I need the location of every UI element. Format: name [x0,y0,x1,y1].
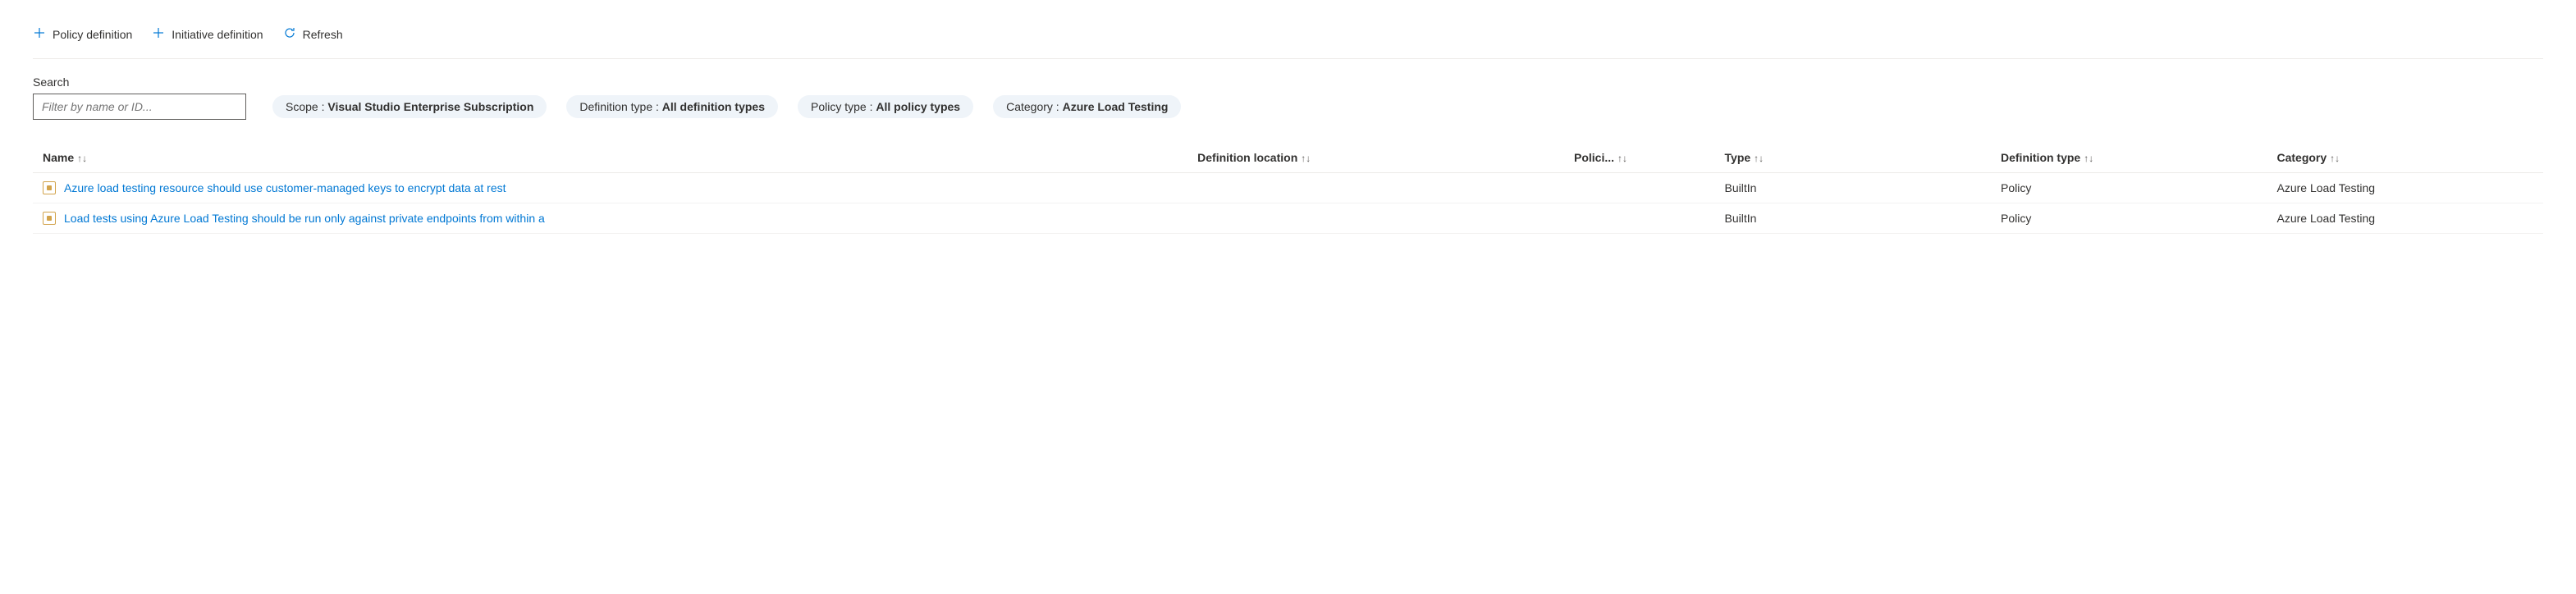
definition-location-cell [1187,173,1564,203]
sort-icon: ↑↓ [2330,153,2340,164]
definition-type-cell: Policy [1991,173,2267,203]
table-row: Azure load testing resource should use c… [33,173,2543,203]
search-section: Search Scope : Visual Studio Enterprise … [33,75,2543,120]
filter-pill-label: Category : [1006,100,1062,113]
filter-pill-group: Scope : Visual Studio Enterprise Subscri… [272,95,1181,118]
filter-pill-value: All definition types [662,100,765,113]
filter-pill-value: Visual Studio Enterprise Subscription [327,100,533,113]
definition-type-cell: Policy [1991,203,2267,234]
filter-pill-scope[interactable]: Scope : Visual Studio Enterprise Subscri… [272,95,547,118]
plus-icon [152,26,165,42]
table-row: Load tests using Azure Load Testing shou… [33,203,2543,234]
policies-cell [1564,203,1715,234]
type-cell: BuiltIn [1715,203,1991,234]
table-header-row: Name↑↓ Definition location↑↓ Polici...↑↓… [33,143,2543,173]
sort-icon: ↑↓ [77,153,87,164]
refresh-button[interactable]: Refresh [283,23,343,45]
column-header-location[interactable]: Definition location↑↓ [1187,143,1564,173]
refresh-icon [283,26,296,42]
policy-name-link[interactable]: Load tests using Azure Load Testing shou… [64,212,545,225]
initiative-definition-button[interactable]: Initiative definition [152,23,263,45]
plus-icon [33,26,46,42]
type-cell: BuiltIn [1715,173,1991,203]
policy-name-link[interactable]: Azure load testing resource should use c… [64,181,506,194]
category-cell: Azure Load Testing [2267,203,2543,234]
initiative-definition-label: Initiative definition [172,28,263,41]
sort-icon: ↑↓ [1754,153,1764,164]
command-bar: Policy definition Initiative definition … [33,16,2543,59]
definitions-table: Name↑↓ Definition location↑↓ Polici...↑↓… [33,143,2543,234]
sort-icon: ↑↓ [1617,153,1627,164]
policy-definition-label: Policy definition [53,28,132,41]
policy-definition-button[interactable]: Policy definition [33,23,132,45]
sort-icon: ↑↓ [1301,153,1311,164]
policy-icon [43,212,56,225]
filter-pill-policy-type[interactable]: Policy type : All policy types [798,95,973,118]
column-header-name[interactable]: Name↑↓ [33,143,1187,173]
column-header-category[interactable]: Category↑↓ [2267,143,2543,173]
definition-location-cell [1187,203,1564,234]
filter-pill-label: Policy type : [811,100,876,113]
filter-pill-value: Azure Load Testing [1063,100,1169,113]
filter-pill-definition-type[interactable]: Definition type : All definition types [566,95,778,118]
policies-cell [1564,173,1715,203]
category-cell: Azure Load Testing [2267,173,2543,203]
filter-pill-value: All policy types [876,100,960,113]
filter-pill-label: Definition type : [579,100,661,113]
column-header-type[interactable]: Type↑↓ [1715,143,1991,173]
column-header-deftype[interactable]: Definition type↑↓ [1991,143,2267,173]
policy-icon [43,181,56,194]
column-header-policies[interactable]: Polici...↑↓ [1564,143,1715,173]
refresh-label: Refresh [303,28,343,41]
search-input[interactable] [33,94,246,120]
search-label: Search [33,75,2543,89]
sort-icon: ↑↓ [2084,153,2093,164]
filter-pill-label: Scope : [286,100,327,113]
filter-pill-category[interactable]: Category : Azure Load Testing [993,95,1181,118]
